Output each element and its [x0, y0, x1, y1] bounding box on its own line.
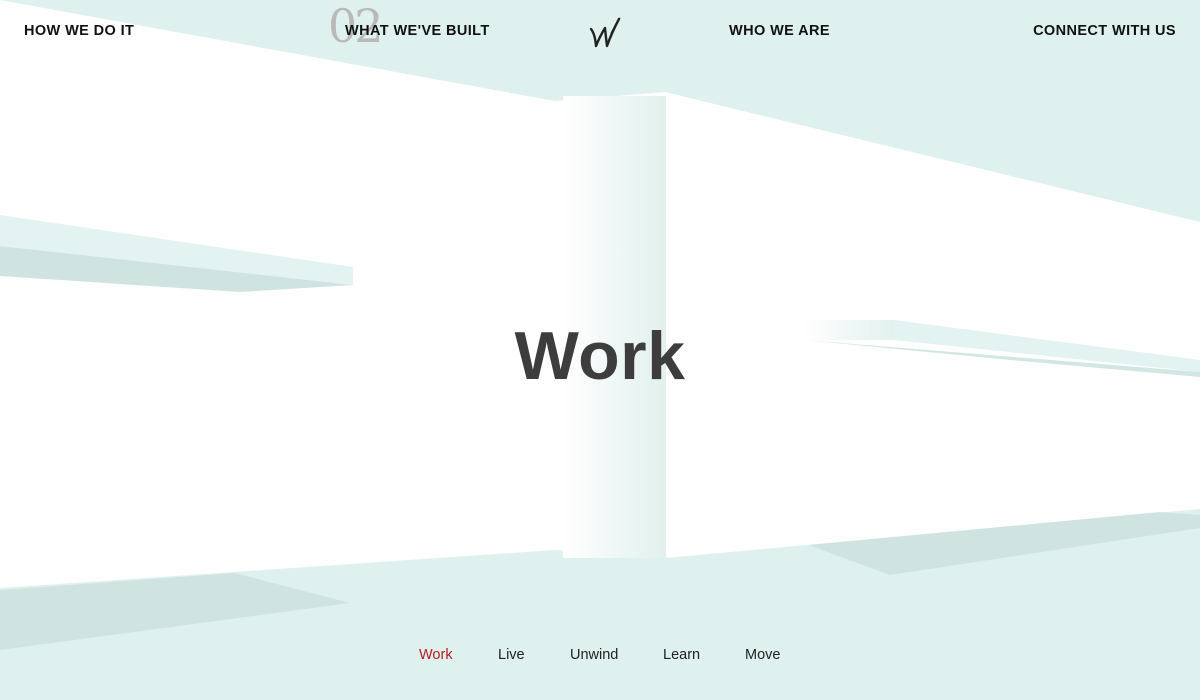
page: HOW WE DO IT 02 WHAT WE'VE BUILT WHO WE … [0, 0, 1200, 700]
nav-connect-with-us[interactable]: CONNECT WITH US [1033, 23, 1176, 39]
hero-title: Work [514, 318, 686, 394]
subnav-item-live[interactable]: Live [498, 647, 525, 665]
w-monogram-logo-icon[interactable] [588, 14, 622, 50]
nav-what-weve-built[interactable]: WHAT WE'VE BUILT [345, 23, 490, 39]
nav-who-we-are[interactable]: WHO WE ARE [729, 23, 830, 39]
subnav-item-unwind[interactable]: Unwind [570, 647, 618, 665]
subnav-item-learn[interactable]: Learn [663, 647, 700, 665]
subnav-item-move[interactable]: Move [745, 647, 780, 665]
nav-how-we-do-it[interactable]: HOW WE DO IT [24, 23, 134, 39]
subnav-item-work[interactable]: Work [419, 647, 453, 665]
